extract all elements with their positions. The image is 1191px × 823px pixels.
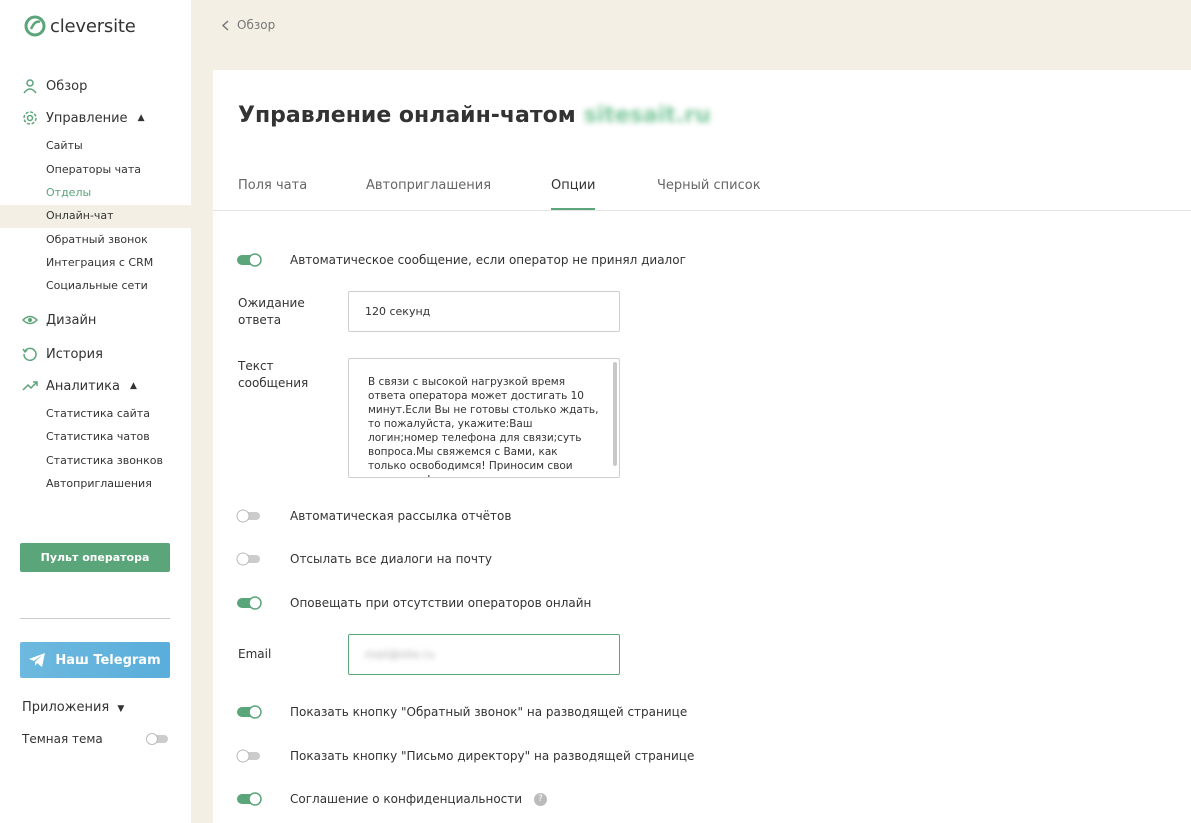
sidebar-item-callback[interactable]: Обратный звонок [46,232,148,248]
tab-blacklist[interactable]: Черный список [657,178,761,210]
nav-analytics-label: Аналитика [46,378,120,394]
tab-chat-fields[interactable]: Поля чата [238,178,307,210]
email-label: Email [238,647,272,661]
auto-message-label: Автоматическое сообщение, если оператор … [290,253,686,267]
textarea-scrollbar[interactable] [613,362,617,466]
dark-theme-label: Темная тема [22,732,103,746]
director-button-toggle[interactable] [236,749,262,763]
apps-label: Приложения [22,700,110,715]
email-value-blurred: mail@site.ru [365,648,435,661]
nav-management[interactable]: Управление ▲ [22,108,144,128]
chevron-up-icon: ▲ [129,381,137,391]
sidebar-item-crm[interactable]: Интеграция с CRM [46,255,153,271]
wait-time-field[interactable]: 120 секунд [348,291,620,332]
breadcrumb[interactable]: Обзор [222,18,275,32]
sidebar-item-online-chat[interactable]: Онлайн-чат [46,208,114,224]
chevron-down-icon: ▼ [117,704,125,714]
message-textarea[interactable]: В связи с высокой нагрузкой время ответа… [348,358,620,478]
apps-menu[interactable]: Приложения ▼ [22,700,124,715]
sidebar-item-site-stats[interactable]: Статистика сайта [46,406,150,422]
auto-message-toggle[interactable] [236,253,262,267]
director-button-label: Показать кнопку "Письмо директору" на ра… [290,749,695,763]
tabs-divider [213,210,1191,211]
logo-text: cleversite [50,15,136,37]
sidebar-item-sites[interactable]: Сайты [46,138,83,154]
page-title-text: Управление онлайн-чатом [238,103,576,128]
auto-reports-label: Автоматическая рассылка отчётов [290,509,512,523]
sidebar-item-autoinvites[interactable]: Автоприглашения [46,476,152,492]
nav-management-label: Управление [46,110,128,126]
operator-panel-button[interactable]: Пульт оператора [20,543,170,572]
breadcrumb-back-label: Обзор [237,18,276,32]
user-icon [23,79,37,94]
privacy-row: Соглашение о конфиденциальности ? [290,792,547,806]
nav-analytics[interactable]: Аналитика ▲ [22,376,137,396]
callback-button-toggle[interactable] [236,705,262,719]
sidebar-item-social[interactable]: Социальные сети [46,278,148,294]
auto-reports-toggle[interactable] [236,509,262,523]
tab-autoinvites[interactable]: Автоприглашения [366,178,491,210]
privacy-label: Соглашение о конфиденциальности [290,792,523,806]
send-dialogs-label: Отсылать все диалоги на почту [290,552,493,566]
eye-icon [22,315,38,325]
send-dialogs-toggle[interactable] [236,552,262,566]
sidebar: cleversite Обзор Управление ▲ Сайты Опер… [0,0,191,823]
telegram-button-label: Наш Telegram [55,652,161,668]
wait-label: Ожидание ответа [238,296,305,327]
email-field[interactable]: mail@site.ru [348,634,620,675]
sidebar-divider [20,618,170,619]
sidebar-item-operators[interactable]: Операторы чата [46,162,141,178]
gear-icon [23,111,37,125]
callback-button-label: Показать кнопку "Обратный звонок" на раз… [290,705,688,719]
nav-overview[interactable]: Обзор [22,76,87,96]
tab-options[interactable]: Опции [551,178,596,210]
nav-overview-label: Обзор [46,78,88,94]
telegram-icon [29,653,46,667]
nav-design[interactable]: Дизайн [22,310,96,330]
dark-theme-toggle[interactable] [146,733,170,745]
sidebar-item-departments[interactable]: Отделы [46,185,91,201]
sidebar-item-call-stats[interactable]: Статистика звонков [46,453,163,469]
nav-history-label: История [46,346,103,362]
nav-design-label: Дизайн [46,312,97,328]
notify-offline-toggle[interactable] [236,596,262,610]
trend-icon [22,381,38,391]
telegram-button[interactable]: Наш Telegram [20,642,170,678]
chevron-left-icon [222,19,229,31]
chevron-up-icon: ▲ [137,113,145,123]
notify-offline-label: Оповещать при отсутствии операторов онла… [290,596,592,610]
message-text-label: Текст сообщения [238,359,309,390]
logo[interactable]: cleversite [24,12,136,40]
main-card: Управление онлайн-чатом sitesait.ru Поля… [213,70,1191,823]
privacy-toggle[interactable] [236,792,262,806]
site-name-blurred[interactable]: sitesait.ru [584,103,711,128]
cleversite-logo-icon [24,15,46,37]
sidebar-item-chat-stats[interactable]: Статистика чатов [46,429,150,445]
page-title: Управление онлайн-чатом sitesait.ru [238,103,711,128]
message-textarea-content: В связи с высокой нагрузкой время ответа… [368,376,599,477]
history-icon [22,347,37,362]
nav-history[interactable]: История [22,344,103,364]
help-icon[interactable]: ? [533,793,547,806]
